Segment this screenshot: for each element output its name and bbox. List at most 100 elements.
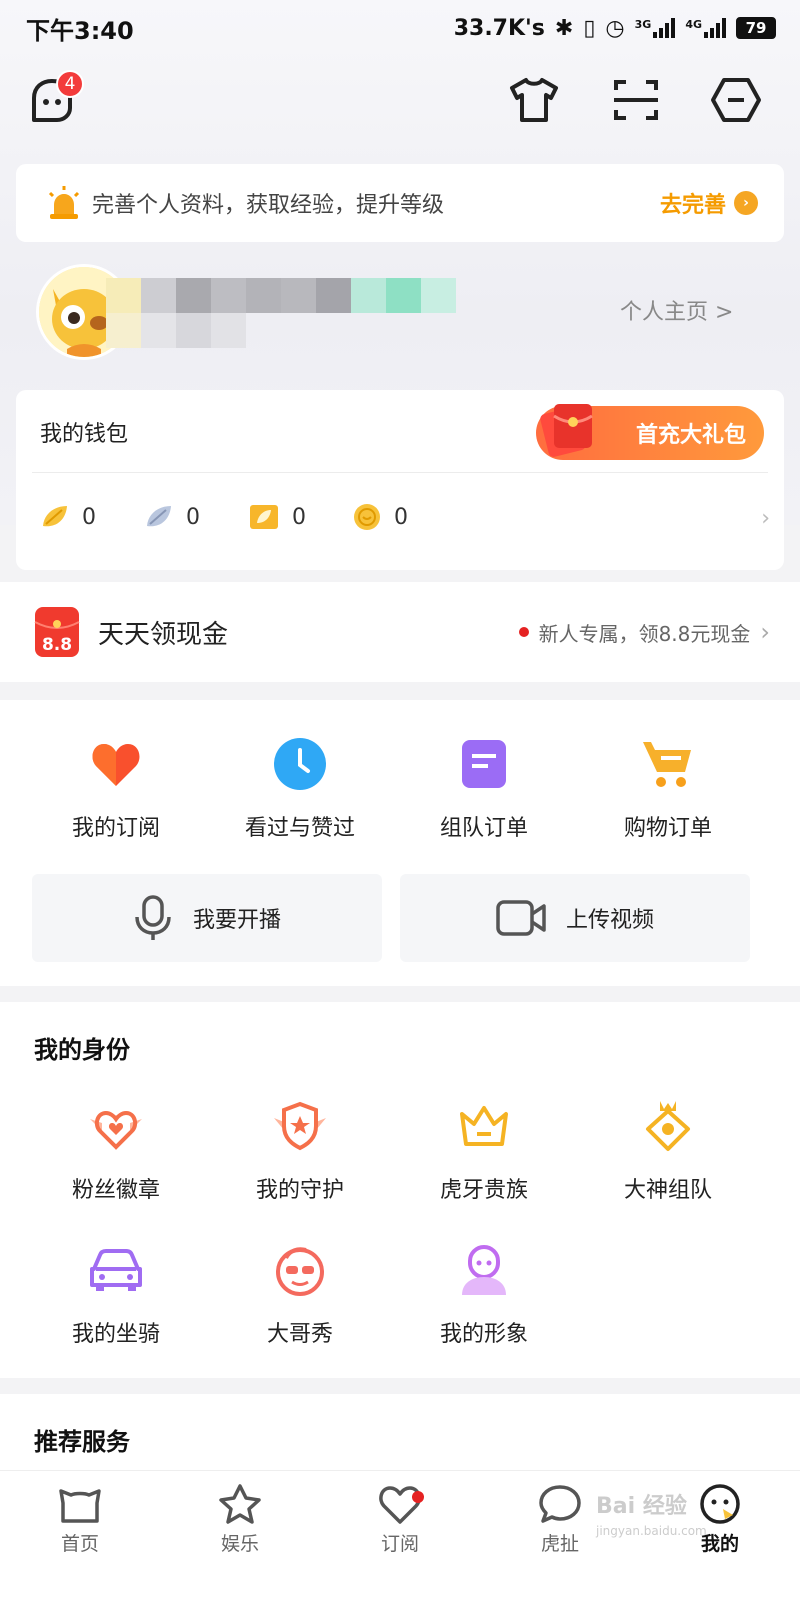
complete-profile-text: 完善个人资料，获取经验，提升等级 [92, 193, 445, 218]
watermark-url: jingyan.baidu.com [596, 1524, 707, 1538]
baidu-watermark: Bai 经验 jingyan.baidu.com [596, 1488, 707, 1538]
scan-button[interactable] [610, 76, 662, 124]
my-mount-label: 我的坐骑 [71, 1322, 160, 1347]
ticket-balance[interactable]: 0 [248, 502, 352, 532]
identity-title: 我的身份 [34, 1036, 130, 1064]
nav-huche-label: 虎扯 [540, 1533, 579, 1555]
avatar-figure-icon [456, 1242, 512, 1298]
signal-4g-icon: 4G [685, 18, 726, 38]
nav-entertainment-label: 娱乐 [220, 1533, 259, 1555]
watched-liked-label: 看过与赞过 [244, 816, 355, 841]
silver-bean-balance[interactable]: 0 [144, 502, 248, 532]
status-bar: 下午3:40 33.7K's ✱ ▯ ◷ 3G 4G 79 [0, 0, 800, 56]
chevron-right-icon: › [760, 618, 770, 646]
personal-homepage-link[interactable]: 个人主页 > [620, 294, 733, 326]
dress-up-button[interactable] [508, 76, 560, 124]
god-team-button[interactable]: 大神组队 [576, 1098, 760, 1204]
vibrate-icon: ▯ [583, 15, 596, 41]
first-recharge-gift-button[interactable]: 首充大礼包 [536, 404, 764, 460]
start-live-label: 我要开播 [192, 908, 281, 933]
fan-badge-button[interactable]: 粉丝徽章 [24, 1098, 208, 1204]
daily-cash-promo-text: 新人专属，领8.8元现金 [538, 621, 751, 646]
ticket-value: 0 [292, 504, 306, 530]
coin-icon [354, 504, 380, 530]
upload-video-label: 上传视频 [565, 908, 654, 933]
red-envelope-icon [540, 404, 593, 457]
my-avatar-image-button[interactable]: 我的形象 [392, 1242, 576, 1348]
svg-text:8.8: 8.8 [42, 635, 72, 655]
chat-icon [539, 1485, 581, 1523]
identity-section: 我的身份 粉丝徽章 我的守护 虎牙贵族 大神组队 我的坐骑 大哥秀 我的形象 [0, 1002, 800, 1378]
nav-home-label: 首页 [60, 1533, 99, 1555]
document-icon [456, 736, 512, 792]
huya-noble-button[interactable]: 虎牙贵族 [392, 1098, 576, 1204]
god-team-label: 大神组队 [623, 1178, 712, 1203]
gold-bean-value: 0 [82, 504, 96, 530]
message-badge: 4 [56, 70, 84, 98]
big-brother-icon [272, 1242, 328, 1298]
car-icon [88, 1242, 144, 1298]
crown-icon [456, 1098, 512, 1154]
silver-bean-icon [147, 506, 171, 527]
heart-outline-icon [379, 1486, 421, 1524]
gold-bean-balance[interactable]: 0 [40, 502, 144, 532]
settings-hexagon-icon [711, 78, 761, 122]
coin-balance[interactable]: 0 [352, 502, 456, 532]
my-guard-button[interactable]: 我的守护 [208, 1098, 392, 1204]
messages-button[interactable]: 4 [26, 70, 84, 126]
team-orders-button[interactable]: 组队订单 [392, 736, 576, 842]
huya-noble-label: 虎牙贵族 [439, 1178, 528, 1203]
settings-button[interactable] [710, 76, 762, 124]
fan-badge-label: 粉丝徽章 [71, 1178, 160, 1203]
guard-shield-icon [272, 1098, 328, 1154]
wallet-title: 我的钱包 [40, 422, 129, 447]
complete-profile-banner[interactable]: 完善个人资料，获取经验，提升等级 去完善 › [16, 164, 784, 242]
first-recharge-gift-label: 首充大礼包 [635, 423, 746, 448]
coin-value: 0 [394, 504, 408, 530]
status-time: 下午3:40 [26, 16, 134, 45]
my-mount-button[interactable]: 我的坐骑 [24, 1242, 208, 1348]
shopping-orders-label: 购物订单 [623, 816, 712, 841]
my-guard-label: 我的守护 [255, 1178, 344, 1203]
nav-entertainment[interactable]: 娱乐 [160, 1471, 320, 1600]
video-camera-icon [496, 900, 546, 936]
complete-profile-action-label: 去完善 [659, 193, 726, 218]
daily-cash-title: 天天领现金 [98, 619, 229, 650]
god-team-icon [640, 1098, 696, 1154]
wallet-card: 我的钱包 首充大礼包 0 0 0 0 › [16, 390, 784, 570]
status-indicators: 33.7K's ✱ ▯ ◷ 3G 4G 79 [454, 16, 776, 41]
scan-icon [614, 80, 658, 120]
my-subscriptions-button[interactable]: 我的订阅 [24, 736, 208, 842]
red-packet-88-icon: 8.8 [34, 607, 80, 657]
recommended-services-section: 推荐服务 [0, 1394, 800, 1474]
watched-liked-button[interactable]: 看过与赞过 [208, 736, 392, 842]
complete-profile-action[interactable]: 去完善 › [660, 187, 758, 219]
team-orders-label: 组队订单 [439, 816, 528, 841]
big-brother-show-label: 大哥秀 [266, 1322, 333, 1347]
upload-video-button[interactable]: 上传视频 [400, 874, 750, 962]
blurred-username [106, 278, 456, 348]
my-avatar-image-label: 我的形象 [439, 1322, 528, 1347]
ticket-icon [250, 505, 278, 529]
shopping-orders-button[interactable]: 购物订单 [576, 736, 760, 842]
nav-subscribe[interactable]: 订阅 [320, 1471, 480, 1600]
cart-icon [640, 736, 696, 792]
silver-bean-value: 0 [186, 504, 200, 530]
daily-cash-row[interactable]: 8.8 天天领现金 新人专属，领8.8元现金 › [0, 582, 800, 682]
daily-cash-promo[interactable]: 新人专属，领8.8元现金 › [518, 618, 770, 647]
bluetooth-icon: ✱ [554, 15, 574, 41]
quick-actions-section: 我的订阅 看过与赞过 组队订单 购物订单 我要开播 上传视频 [0, 700, 800, 986]
home-icon [59, 1489, 101, 1523]
signal-3g-icon: 3G [635, 18, 676, 38]
battery-icon: 79 [736, 17, 776, 39]
big-brother-show-button[interactable]: 大哥秀 [208, 1242, 392, 1348]
nav-home[interactable]: 首页 [0, 1471, 160, 1600]
heart-icon [88, 736, 144, 792]
star-icon [219, 1484, 261, 1524]
network-speed: 33.7K's [453, 15, 545, 41]
wallet-assets[interactable]: 0 0 0 0 [40, 502, 456, 532]
microphone-icon [135, 895, 171, 940]
wallet-chevron-icon[interactable]: › [761, 506, 770, 531]
nav-subscribe-label: 订阅 [380, 1533, 419, 1555]
start-live-button[interactable]: 我要开播 [32, 874, 382, 962]
